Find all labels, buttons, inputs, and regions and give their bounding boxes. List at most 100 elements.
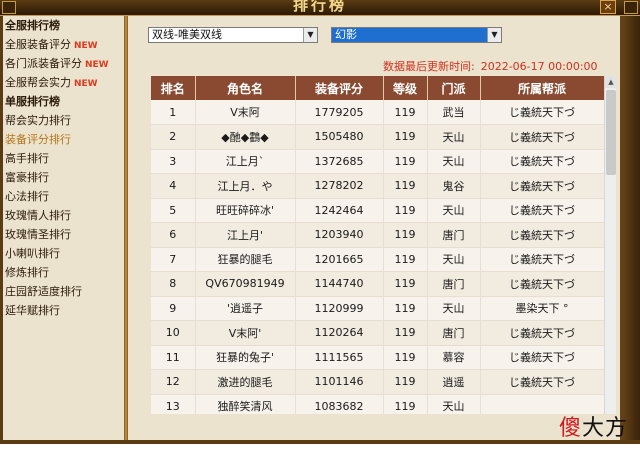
- table-cell: 119: [383, 345, 428, 370]
- title-bar: 排行榜 ×: [0, 0, 640, 16]
- table-cell: 1083682: [295, 394, 384, 414]
- table-row[interactable]: 9 '逍遥子 1120999 119 天山 墨染天下 °: [151, 296, 604, 321]
- table-cell: 119: [383, 247, 428, 272]
- table-cell: 12: [151, 369, 196, 395]
- table-row[interactable]: 6 江上月' 1203940 119 唐门 じ義統天下づ: [151, 222, 604, 248]
- table-cell: 墨染天下 °: [480, 296, 604, 321]
- sidebar-item[interactable]: 全服帮会实力 NEW: [3, 73, 124, 92]
- table-cell: 1120999: [295, 296, 384, 321]
- table-cell: 119: [383, 100, 428, 125]
- table-cell: じ義統天下づ: [480, 222, 604, 248]
- ranking-table-container: 排名 角色名 装备评分 等级 门派 所属帮派 1 V末阿 1779205 119 武当 じ義統天下づ…: [151, 76, 604, 414]
- column-header[interactable]: 角色名: [195, 76, 296, 100]
- sidebar-item[interactable]: 庄园舒适度排行: [3, 282, 124, 301]
- table-row[interactable]: 1 V末阿 1779205 119 武当 じ義統天下づ: [151, 100, 604, 125]
- table-scrollbar[interactable]: ▲: [604, 76, 617, 414]
- sidebar-item[interactable]: 各门派装备评分 NEW: [3, 54, 124, 73]
- close-button[interactable]: ×: [600, 0, 616, 14]
- table-cell: 119: [383, 296, 428, 321]
- chevron-down-icon[interactable]: ▼: [487, 28, 501, 42]
- table-row[interactable]: 7 狂暴的腿毛 1201665 119 天山 じ義統天下づ: [151, 247, 604, 272]
- server-select-value: 双线-唯美双线: [152, 28, 222, 41]
- sidebar-item[interactable]: 装备评分排行: [3, 130, 124, 149]
- table-cell: 天山: [427, 247, 481, 272]
- sidebar-item[interactable]: 延华赋排行: [3, 301, 124, 320]
- window-title: 排行榜: [292, 0, 347, 14]
- table-row[interactable]: 4 江上月．や 1278202 119 鬼谷 じ義統天下づ: [151, 173, 604, 199]
- table-cell: QV670981949: [195, 271, 296, 297]
- table-cell: 天山: [427, 296, 481, 321]
- table-cell: 唐门: [427, 222, 481, 248]
- table-cell: 逍遥: [427, 369, 481, 395]
- table-row[interactable]: 2 ◆酏◆鸖◆ 1505480 119 天山 じ義統天下づ: [151, 124, 604, 150]
- sidebar-section-header: 单服排行榜: [3, 92, 124, 111]
- table-cell: 7: [151, 247, 196, 272]
- sidebar-item-label: 修炼排行: [5, 266, 49, 279]
- sidebar-item-label: 玫瑰情人排行: [5, 209, 71, 222]
- sidebar-item-label: 帮会实力排行: [5, 114, 71, 127]
- table-cell: 慕容: [427, 345, 481, 370]
- sidebar-item[interactable]: 小喇叭排行: [3, 244, 124, 263]
- sidebar-section-header: 全服排行榜: [3, 16, 124, 35]
- table-cell: 119: [383, 320, 428, 346]
- table-cell: じ義統天下づ: [480, 173, 604, 199]
- update-time-line: 数据最后更新时间: 2022-06-17 00:00:00: [383, 58, 598, 74]
- server-select[interactable]: 双线-唯美双线 ▼: [148, 27, 318, 43]
- table-cell: じ義統天下づ: [480, 369, 604, 395]
- table-cell: '逍遥子: [195, 296, 296, 321]
- table-cell: 天山: [427, 124, 481, 150]
- sidebar-item[interactable]: 全服装备评分 NEW: [3, 35, 124, 54]
- table-cell: 激进的腿毛: [195, 369, 296, 395]
- table-row[interactable]: 13 独醉笑清风 1083682 119 天山: [151, 394, 604, 414]
- table-row[interactable]: 3 江上月` 1372685 119 天山 じ義統天下づ: [151, 149, 604, 174]
- table-cell: 唐门: [427, 320, 481, 346]
- table-row[interactable]: 5 旺旺碎碎冰' 1242464 119 天山 じ義統天下づ: [151, 198, 604, 223]
- sidebar-item[interactable]: 高手排行: [3, 149, 124, 168]
- sidebar-item[interactable]: 玫瑰情人排行: [3, 206, 124, 225]
- frame-right: [620, 16, 640, 440]
- chevron-down-icon[interactable]: ▼: [303, 28, 317, 42]
- watermark: 傻大方: [559, 410, 628, 442]
- table-cell: 1505480: [295, 124, 384, 150]
- column-header[interactable]: 等级: [383, 76, 428, 100]
- table-cell: 3: [151, 149, 196, 174]
- table-row[interactable]: 10 V末阿' 1120264 119 唐门 じ義統天下づ: [151, 320, 604, 346]
- sidebar: 全服排行榜 全服装备评分 NEW 各门派装备评分 NEW 全服帮会实力 NEW 单服排行榜帮会…: [3, 16, 124, 440]
- table-row[interactable]: 8 QV670981949 1144740 119 唐门 じ義統天下づ: [151, 271, 604, 297]
- table-cell: 8: [151, 271, 196, 297]
- sidebar-item[interactable]: 帮会实力排行: [3, 111, 124, 130]
- sidebar-item-label: 高手排行: [5, 152, 49, 165]
- sidebar-item[interactable]: 玫瑰情圣排行: [3, 225, 124, 244]
- sidebar-item-label: 装备评分排行: [5, 133, 71, 146]
- table-cell: 13: [151, 394, 196, 414]
- table-row[interactable]: 11 狂暴的兔子' 1111565 119 慕容 じ義統天下づ: [151, 345, 604, 370]
- table-cell: 119: [383, 149, 428, 174]
- sidebar-item[interactable]: 富豪排行: [3, 168, 124, 187]
- column-header[interactable]: 排名: [151, 76, 196, 100]
- table-cell: 4: [151, 173, 196, 199]
- table-cell: 1144740: [295, 271, 384, 297]
- table-cell: ◆酏◆鸖◆: [195, 124, 296, 150]
- update-label: 数据最后更新时间:: [383, 60, 475, 73]
- watermark-rest: 大方: [581, 416, 628, 441]
- watermark-first: 傻: [558, 416, 582, 441]
- table-cell: じ義統天下づ: [480, 345, 604, 370]
- scroll-up-icon[interactable]: ▲: [605, 76, 617, 88]
- table-row[interactable]: 12 激进的腿毛 1101146 119 逍遥 じ義統天下づ: [151, 369, 604, 395]
- sidebar-item[interactable]: 修炼排行: [3, 263, 124, 282]
- realm-select[interactable]: 幻影 ▼: [331, 27, 502, 43]
- sidebar-item[interactable]: 心法排行: [3, 187, 124, 206]
- column-header[interactable]: 门派: [427, 76, 481, 100]
- scroll-thumb[interactable]: [606, 90, 616, 175]
- table-header-row: 排名 角色名 装备评分 等级 门派 所属帮派: [151, 76, 604, 100]
- table-cell: じ義統天下づ: [480, 247, 604, 272]
- column-header[interactable]: 所属帮派: [480, 76, 604, 100]
- sidebar-item-label: 小喇叭排行: [5, 247, 60, 260]
- table-cell: 1203940: [295, 222, 384, 248]
- table-cell: じ義統天下づ: [480, 149, 604, 174]
- column-header[interactable]: 装备评分: [295, 76, 384, 100]
- table-cell: じ義統天下づ: [480, 271, 604, 297]
- sidebar-item-label: 全服帮会实力: [5, 76, 71, 89]
- ranking-table: 排名 角色名 装备评分 等级 门派 所属帮派 1 V末阿 1779205 119 武当 じ義統天下づ…: [151, 76, 604, 414]
- page-background: [0, 444, 640, 465]
